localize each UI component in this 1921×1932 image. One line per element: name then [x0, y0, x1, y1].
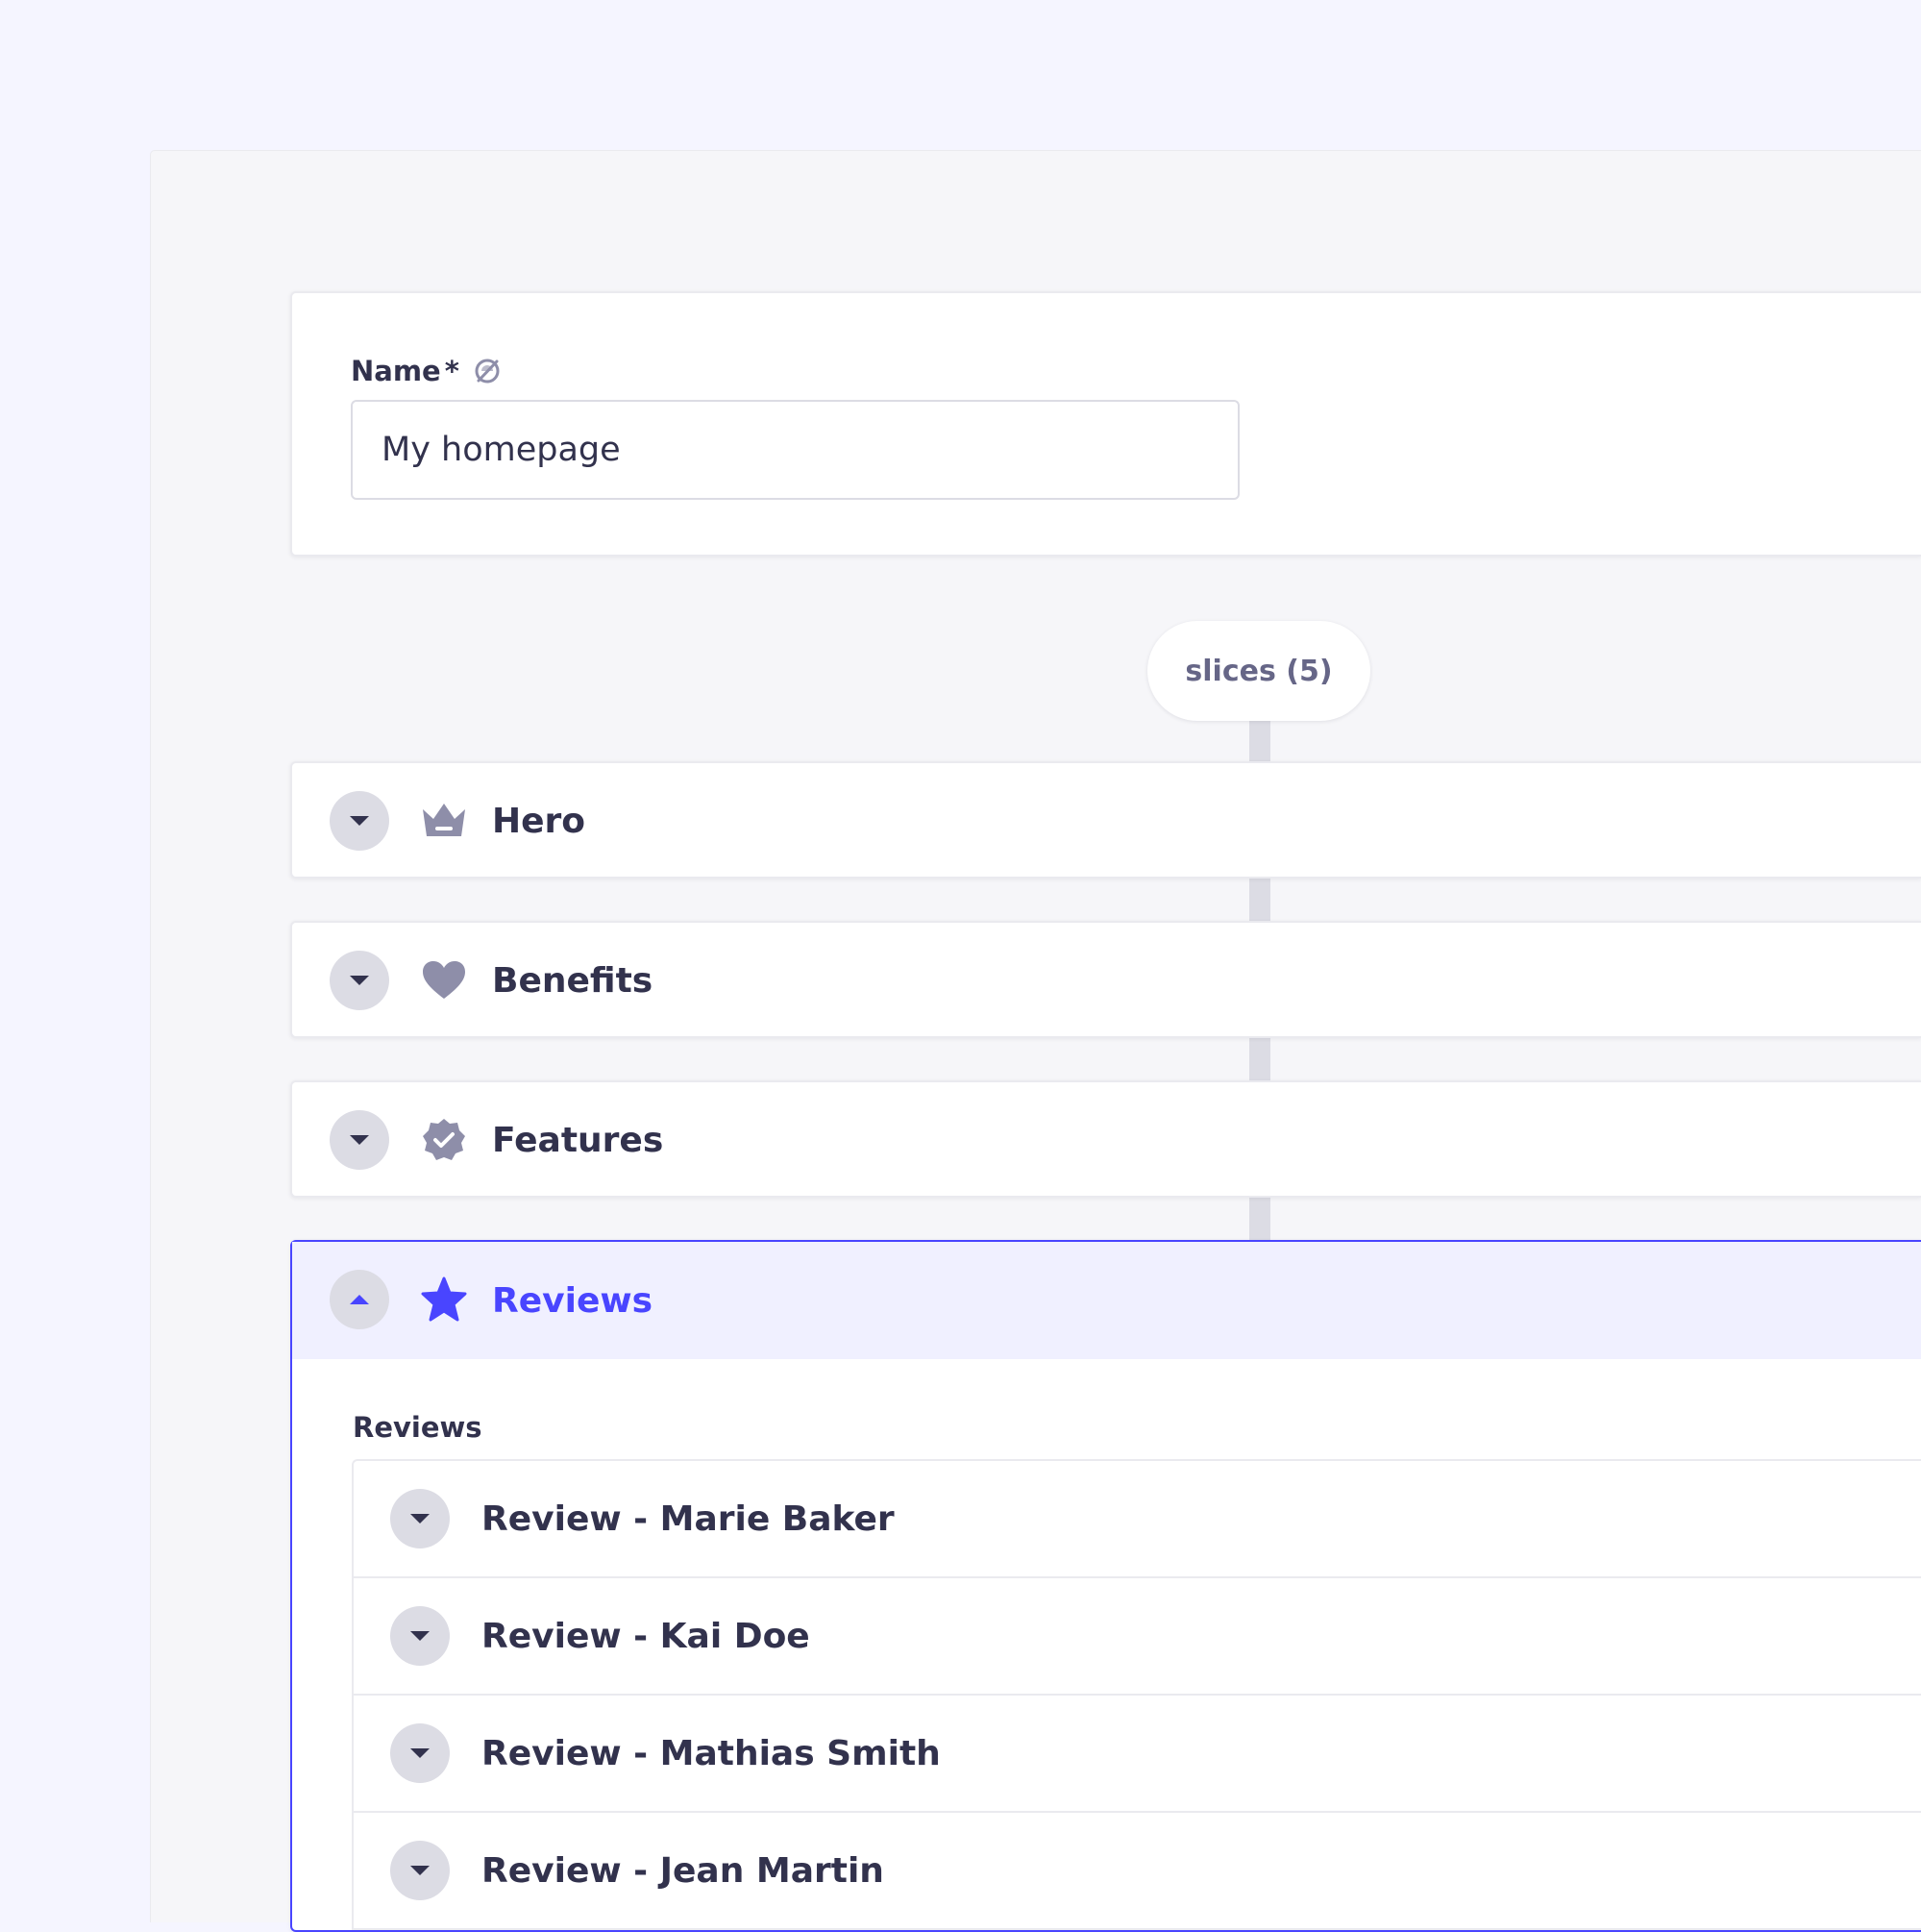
heart-icon [420, 956, 468, 1004]
list-item[interactable]: Review - Kai Doe [354, 1578, 1921, 1696]
expand-toggle-button[interactable] [330, 951, 389, 1010]
slice-reviews[interactable]: Reviews Reviews Review - Marie Baker Rev… [290, 1240, 1921, 1932]
connector-line [1249, 1198, 1270, 1240]
slices-count-pill: slices (5) [1147, 621, 1370, 721]
chevron-down-icon [410, 1631, 430, 1641]
list-item[interactable]: Review - Mathias Smith [354, 1696, 1921, 1813]
chevron-up-icon [350, 1295, 369, 1304]
expand-toggle-button[interactable] [390, 1489, 450, 1548]
verified-badge-icon [420, 1116, 468, 1164]
slice-header[interactable]: Features [292, 1082, 1921, 1198]
chevron-down-icon [410, 1514, 430, 1523]
connector-line [1249, 1038, 1270, 1080]
review-title: Review - Jean Martin [481, 1850, 884, 1891]
review-title: Review - Kai Doe [481, 1616, 810, 1656]
chevron-down-icon [410, 1748, 430, 1758]
expand-toggle-button[interactable] [330, 1110, 389, 1170]
review-title: Review - Mathias Smith [481, 1733, 941, 1773]
slice-title: Features [492, 1120, 664, 1160]
slice-header[interactable]: Hero [292, 763, 1921, 879]
name-field-label: Name * [351, 352, 502, 390]
chevron-down-icon [350, 816, 369, 826]
chevron-down-icon [350, 1135, 369, 1145]
chevron-down-icon [410, 1866, 430, 1875]
slice-title: Hero [492, 801, 586, 841]
reviews-field-label: Reviews [353, 1411, 482, 1444]
reviews-list: Review - Marie Baker Review - Kai Doe Re… [352, 1459, 1921, 1930]
expand-toggle-button[interactable] [330, 791, 389, 851]
slice-header[interactable]: Reviews [292, 1242, 1921, 1359]
slice-features[interactable]: Features [290, 1080, 1921, 1198]
chevron-down-icon [350, 976, 369, 985]
slice-title: Reviews [492, 1280, 653, 1321]
connector-line [1249, 879, 1270, 921]
expand-toggle-button[interactable] [390, 1723, 450, 1783]
name-label-text: Name [351, 355, 441, 387]
collapse-toggle-button[interactable] [330, 1270, 389, 1329]
required-mark: * [444, 355, 459, 387]
list-item[interactable]: Review - Jean Martin [354, 1813, 1921, 1930]
slice-title: Benefits [492, 960, 653, 1001]
star-icon [420, 1276, 468, 1324]
expand-toggle-button[interactable] [390, 1606, 450, 1666]
connector-line [1249, 721, 1270, 761]
slices-count-label: slices (5) [1185, 654, 1333, 688]
not-localized-icon[interactable] [473, 357, 502, 385]
review-title: Review - Marie Baker [481, 1499, 895, 1539]
expand-toggle-button[interactable] [390, 1841, 450, 1900]
slice-header[interactable]: Benefits [292, 923, 1921, 1038]
slice-benefits[interactable]: Benefits [290, 921, 1921, 1038]
name-input[interactable] [351, 400, 1240, 500]
crown-icon [420, 797, 468, 845]
slice-hero[interactable]: Hero [290, 761, 1921, 879]
list-item[interactable]: Review - Marie Baker [354, 1461, 1921, 1578]
